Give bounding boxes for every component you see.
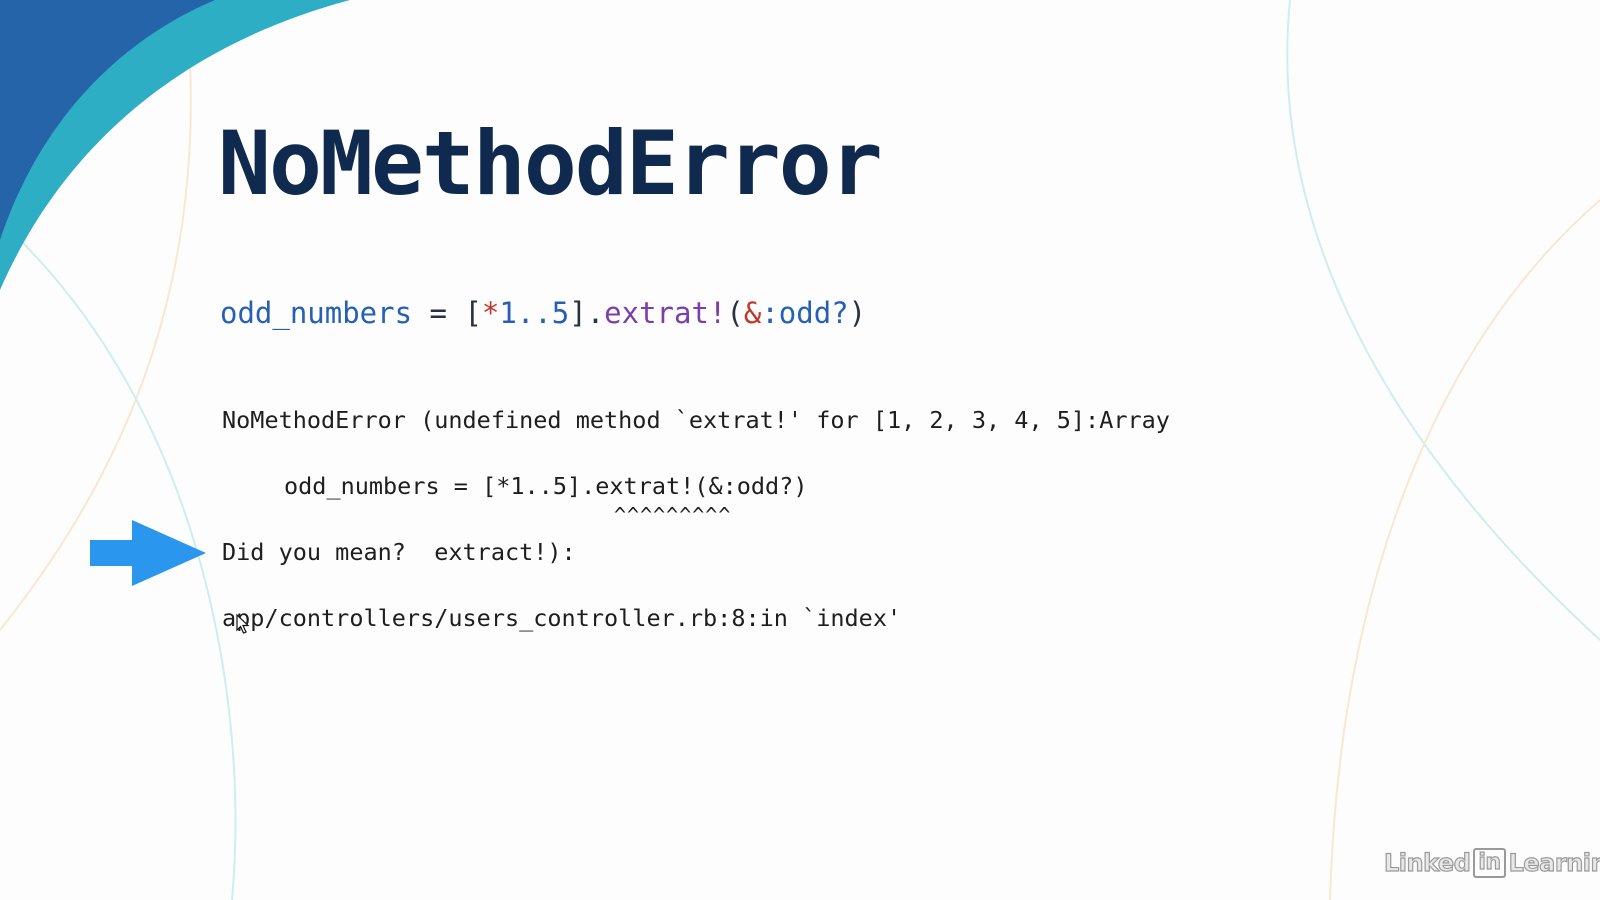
code-method: extrat!: [604, 296, 727, 330]
mouse-cursor-icon: [236, 614, 250, 634]
code-paren-open: (: [726, 296, 744, 330]
brand-name-left: Linked: [1383, 848, 1471, 877]
code-ampersand: &: [743, 296, 762, 330]
error-snippet: odd_numbers = [*1..5].extrat!(&:odd?): [284, 472, 808, 500]
slide-title: NoMethodError: [218, 112, 883, 215]
brand-in-box: in: [1473, 848, 1506, 878]
error-trace: app/controllers/users_controller.rb:8:in…: [222, 604, 902, 632]
slide: NoMethodError odd_numbers = [*1..5].extr…: [0, 0, 1600, 900]
code-symbol: :odd?: [761, 296, 849, 330]
code-range: 1..5: [499, 296, 570, 330]
brand-name-right: Learning: [1508, 848, 1600, 877]
error-did-you-mean: Did you mean? extract!):: [222, 538, 576, 566]
error-carets: ^^^^^^^^^: [614, 503, 732, 527]
code-example: odd_numbers = [*1..5].extrat!(&:odd?): [220, 296, 866, 330]
code-splat: *: [481, 296, 500, 330]
code-close-dot: ].: [569, 296, 605, 330]
code-assign: =: [412, 296, 465, 330]
arrow-right-icon: [90, 520, 206, 586]
code-paren-close: ): [848, 296, 867, 330]
code-open-bracket: [: [464, 296, 482, 330]
code-variable: odd_numbers: [220, 296, 413, 330]
error-header: NoMethodError (undefined method `extrat!…: [222, 406, 1170, 434]
linkedin-learning-logo: Linked in Learning: [1383, 848, 1600, 878]
